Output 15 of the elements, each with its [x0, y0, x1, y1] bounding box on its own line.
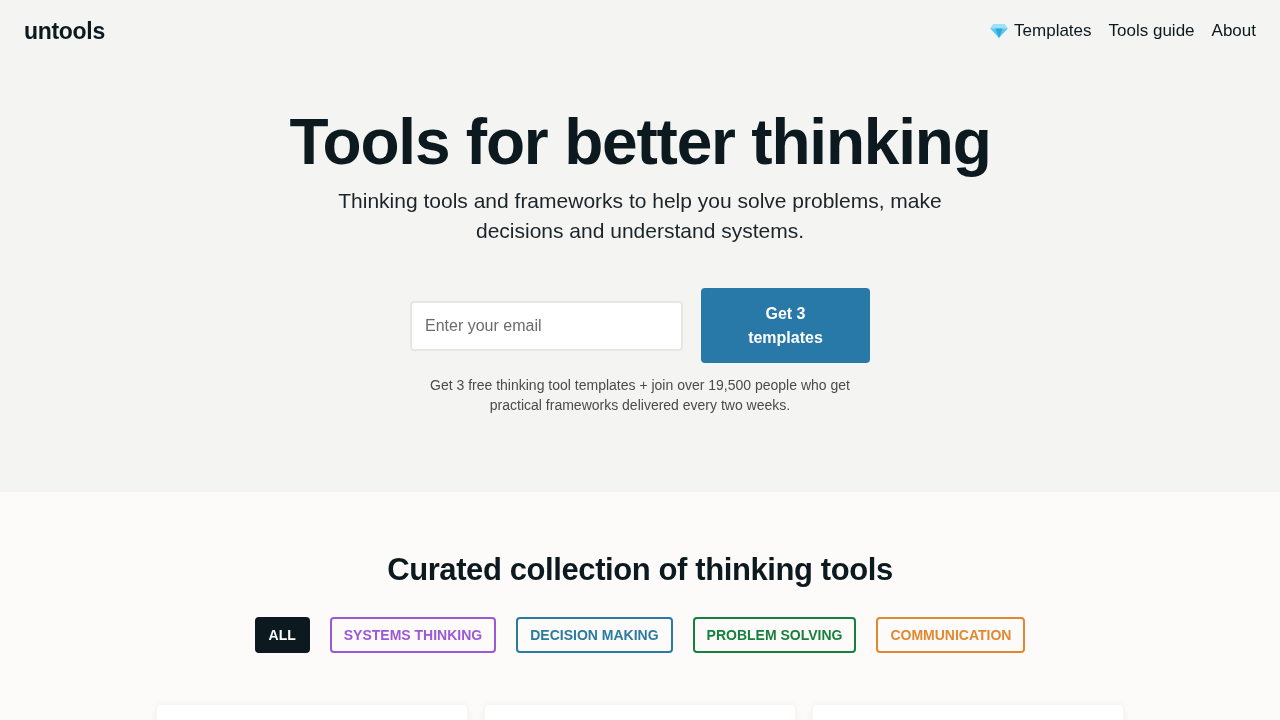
logo[interactable]: untools — [24, 17, 105, 45]
nav-link[interactable]: Templates — [990, 21, 1092, 41]
filter-tab[interactable]: ALL — [254, 617, 310, 653]
hero-subtitle: Thinking tools and frameworks to help you solve problems, make decisions and understand systems. — [337, 188, 943, 244]
nav-link[interactable]: Tools guide — [1108, 21, 1195, 41]
section-heading: Curated collection of thinking tools — [387, 551, 893, 589]
filter-tab[interactable]: PROBLEM SOLVING — [692, 617, 857, 653]
get-templates-button[interactable]: Get 3 templates — [701, 288, 870, 363]
filter-tab[interactable]: SYSTEMS THINKING — [329, 617, 497, 653]
filter-tab[interactable]: DECISION MAKING — [516, 617, 673, 653]
nav-link[interactable]: About — [1211, 21, 1256, 41]
signup-note: Get 3 free thinking tool templates + join over 19,500 people who get practical frameworks delivered every two weeks. — [429, 376, 851, 415]
email-field[interactable]: Enter your email — [410, 300, 683, 351]
hero-title: Tools for better thinking — [289, 106, 991, 178]
gem-icon — [990, 24, 1009, 38]
